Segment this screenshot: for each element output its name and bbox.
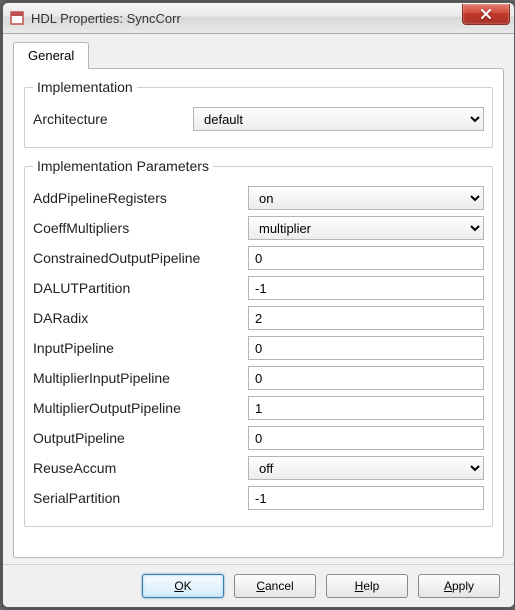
add-pipeline-registers-select[interactable]: on bbox=[248, 186, 484, 210]
group-implementation-parameters-legend: Implementation Parameters bbox=[33, 158, 213, 174]
output-pipeline-label: OutputPipeline bbox=[33, 430, 248, 446]
apply-button[interactable]: Apply bbox=[418, 574, 500, 598]
group-implementation: Implementation Architecture default bbox=[24, 79, 493, 148]
close-icon bbox=[480, 9, 492, 19]
architecture-label: Architecture bbox=[33, 111, 193, 127]
input-pipeline-input[interactable] bbox=[248, 336, 484, 360]
daradix-label: DARadix bbox=[33, 310, 248, 326]
group-implementation-legend: Implementation bbox=[33, 79, 137, 95]
serial-partition-input[interactable] bbox=[248, 486, 484, 510]
client-area: General Implementation Architecture defa… bbox=[3, 34, 514, 564]
dialog-footer: OK Cancel Help Apply bbox=[3, 564, 514, 607]
constrained-output-pipeline-input[interactable] bbox=[248, 246, 484, 270]
window-title: HDL Properties: SyncCorr bbox=[31, 11, 462, 26]
multiplier-output-pipeline-input[interactable] bbox=[248, 396, 484, 420]
reuse-accum-label: ReuseAccum bbox=[33, 460, 248, 476]
constrained-output-pipeline-label: ConstrainedOutputPipeline bbox=[33, 250, 248, 266]
app-icon bbox=[9, 10, 25, 26]
architecture-select[interactable]: default bbox=[193, 107, 484, 131]
reuse-accum-select[interactable]: off bbox=[248, 456, 484, 480]
serial-partition-label: SerialPartition bbox=[33, 490, 248, 506]
tab-general[interactable]: General bbox=[13, 42, 89, 69]
ok-button[interactable]: OK bbox=[142, 574, 224, 598]
close-button[interactable] bbox=[462, 4, 510, 25]
tab-panel-general: Implementation Architecture default Impl… bbox=[13, 68, 504, 558]
multiplier-input-pipeline-label: MultiplierInputPipeline bbox=[33, 370, 248, 386]
input-pipeline-label: InputPipeline bbox=[33, 340, 248, 356]
group-implementation-parameters: Implementation Parameters AddPipelineReg… bbox=[24, 158, 493, 527]
coeff-multipliers-label: CoeffMultipliers bbox=[33, 220, 248, 236]
help-button[interactable]: Help bbox=[326, 574, 408, 598]
output-pipeline-input[interactable] bbox=[248, 426, 484, 450]
add-pipeline-registers-label: AddPipelineRegisters bbox=[33, 190, 248, 206]
coeff-multipliers-select[interactable]: multiplier bbox=[248, 216, 484, 240]
cancel-button[interactable]: Cancel bbox=[234, 574, 316, 598]
dialog-window: HDL Properties: SyncCorr General Impleme… bbox=[2, 2, 515, 608]
dalut-partition-input[interactable] bbox=[248, 276, 484, 300]
tab-strip: General bbox=[13, 42, 504, 69]
dalut-partition-label: DALUTPartition bbox=[33, 280, 248, 296]
multiplier-input-pipeline-input[interactable] bbox=[248, 366, 484, 390]
multiplier-output-pipeline-label: MultiplierOutputPipeline bbox=[33, 400, 248, 416]
titlebar[interactable]: HDL Properties: SyncCorr bbox=[3, 3, 514, 34]
daradix-input[interactable] bbox=[248, 306, 484, 330]
